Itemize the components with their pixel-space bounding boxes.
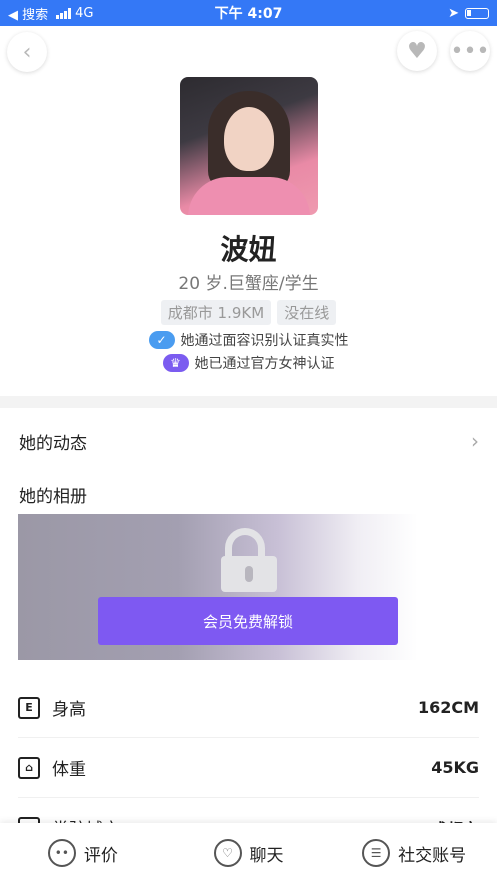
- weight-row: ⌂ 体重 45KG: [18, 738, 479, 798]
- signal-icon: [56, 7, 72, 19]
- tab-social-label: 社交账号: [398, 845, 467, 866]
- unlock-button[interactable]: 会员免费解锁: [98, 597, 398, 645]
- check-icon: ✓: [148, 331, 175, 349]
- lock-icon: [221, 528, 277, 592]
- photo-face: [224, 107, 274, 171]
- online-status-tag: 没在线: [277, 300, 337, 325]
- tab-chat[interactable]: ♡ 聊天: [166, 839, 332, 867]
- profile-name: 波妞: [220, 233, 277, 266]
- weight-label: 体重: [52, 760, 86, 780]
- crown-icon: ♛: [162, 354, 189, 372]
- height-label: 身高: [52, 700, 86, 720]
- tab-chat-label: 聊天: [249, 845, 284, 866]
- face-verification-text: 她通过面容识别认证真实性: [180, 333, 349, 349]
- height-value: 162CM: [417, 698, 479, 717]
- status-right: ➤: [448, 6, 489, 21]
- chat-heart-icon: ♡: [213, 839, 242, 867]
- chevron-left-icon: ‹: [22, 39, 32, 65]
- goddess-verification-text: 她已通过官方女神认证: [194, 356, 335, 372]
- more-button[interactable]: •••: [450, 31, 490, 71]
- bottom-tab-bar: •• 评价 ♡ 聊天 ☰ 社交账号: [0, 823, 497, 883]
- profile-subtitle: 20 岁.巨蟹座/学生: [178, 274, 319, 294]
- ruler-icon: E: [18, 696, 40, 719]
- tab-social[interactable]: ☰ 社交账号: [331, 839, 497, 867]
- favorite-button[interactable]: ♥: [397, 31, 437, 71]
- height-row: E 身高 162CM: [18, 678, 479, 738]
- battery-icon: [465, 7, 489, 19]
- tab-review[interactable]: •• 评价: [0, 839, 166, 867]
- profile-photo[interactable]: [180, 77, 318, 215]
- back-button[interactable]: ‹: [7, 32, 47, 72]
- tab-review-label: 评价: [83, 845, 118, 866]
- user-card-icon: ☰: [362, 839, 391, 867]
- goddess-verification: ♛ 她已通过官方女神认证: [0, 353, 497, 373]
- more-dots-icon: •••: [450, 38, 490, 64]
- comment-icon: ••: [47, 839, 76, 867]
- album-title: 她的相册: [19, 487, 87, 507]
- status-left: ◀ 搜索 4G: [8, 4, 94, 23]
- photo-shirt: [188, 177, 310, 215]
- status-bar: ◀ 搜索 4G 下午 4:07 ➤: [0, 0, 497, 26]
- location-icon: ➤: [448, 5, 459, 21]
- section-divider: [0, 396, 497, 408]
- network-label: 4G: [75, 5, 94, 21]
- dynamics-row[interactable]: 她的动态: [19, 429, 87, 454]
- back-to-search-label[interactable]: ◀ 搜索: [8, 4, 48, 23]
- face-verification: ✓ 她通过面容识别认证真实性: [0, 330, 497, 350]
- heart-icon: ♥: [407, 38, 427, 64]
- top-bar: ‹ ♥ •••: [0, 30, 497, 74]
- location-tag: 成都市 1.9KM: [160, 300, 272, 325]
- weight-value: 45KG: [431, 758, 479, 777]
- chevron-right-icon[interactable]: ›: [471, 429, 479, 453]
- profile-tags: 成都市 1.9KM 没在线: [0, 300, 497, 325]
- scale-icon: ⌂: [18, 756, 40, 779]
